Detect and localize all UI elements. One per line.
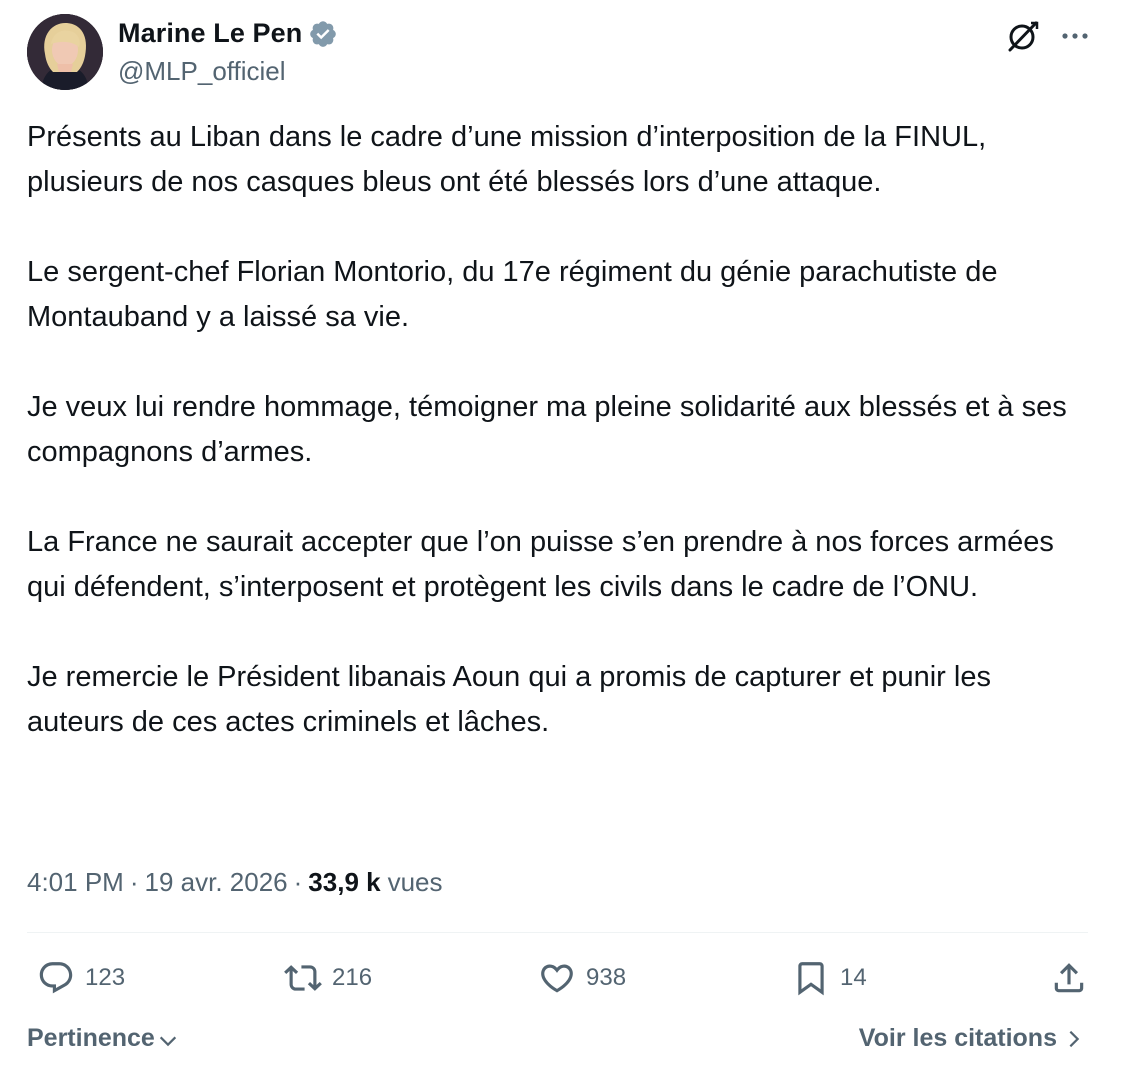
tweet-paragraph: Présents au Liban dans le cadre d’une mi…: [27, 121, 1003, 198]
author-handle[interactable]: @MLP_officiel: [118, 56, 286, 87]
divider: [27, 932, 1088, 933]
tweet-paragraph: Le sergent-chef Florian Montorio, du 17e…: [27, 256, 1006, 333]
tweet-header: Marine Le Pen @MLP_officiel: [27, 14, 1091, 94]
tweet: Marine Le Pen @MLP_officiel Présents au …: [0, 0, 1121, 1072]
tweet-meta: 4:01 PM · 19 avr. 2026 · 33,9 k vues: [27, 867, 443, 898]
quotes-label: Voir les citations: [858, 1024, 1057, 1052]
heart-icon: [541, 964, 573, 993]
repost-button[interactable]: 216: [284, 959, 372, 997]
sort-dropdown[interactable]: Pertinence: [27, 1024, 179, 1053]
like-count: 938: [586, 964, 627, 991]
repost-count: 216: [332, 964, 373, 991]
tweet-date[interactable]: 19 avr. 2026: [145, 867, 288, 898]
meta-separator: ·: [129, 867, 139, 897]
reply-count: 123: [85, 964, 126, 991]
meta-separator: ·: [293, 867, 303, 897]
more-icon[interactable]: [1059, 20, 1091, 52]
grok-icon[interactable]: [1005, 18, 1041, 54]
author-name-row: Marine Le Pen: [118, 18, 338, 49]
tweet-text: Présents au Liban dans le cadre d’une mi…: [27, 115, 1092, 745]
bookmark-button[interactable]: 14: [792, 959, 867, 997]
repost-icon: [284, 965, 322, 991]
bookmark-count: 14: [840, 964, 867, 991]
author-name[interactable]: Marine Le Pen: [118, 18, 302, 49]
replies-footer: Pertinence Voir les citations: [27, 1020, 1085, 1060]
reply-button[interactable]: 123: [37, 959, 125, 997]
avatar[interactable]: [27, 14, 103, 90]
like-button[interactable]: 938: [538, 959, 626, 997]
tweet-paragraph: La France ne saurait accepter que l’on p…: [27, 526, 1062, 603]
action-bar: 123 216 938 14: [27, 953, 1088, 1007]
views-label: vues: [387, 867, 443, 897]
chevron-right-icon: [1069, 1030, 1080, 1047]
verified-badge-icon[interactable]: [308, 19, 338, 49]
chevron-down-icon: [159, 1036, 176, 1046]
tweet-paragraph: Je remercie le Président libanais Aoun q…: [27, 661, 1000, 738]
sort-label: Pertinence: [27, 1024, 155, 1052]
bookmark-icon: [798, 962, 824, 996]
view-quotes-link[interactable]: Voir les citations: [859, 1024, 1085, 1053]
share-button[interactable]: [1050, 959, 1088, 997]
tweet-time[interactable]: 4:01 PM: [27, 867, 124, 898]
tweet-paragraph: Je veux lui rendre hommage, témoigner ma…: [27, 391, 1075, 468]
views-count: 33,9 k: [308, 867, 381, 897]
share-icon: [1054, 963, 1084, 993]
reply-icon: [39, 962, 73, 994]
